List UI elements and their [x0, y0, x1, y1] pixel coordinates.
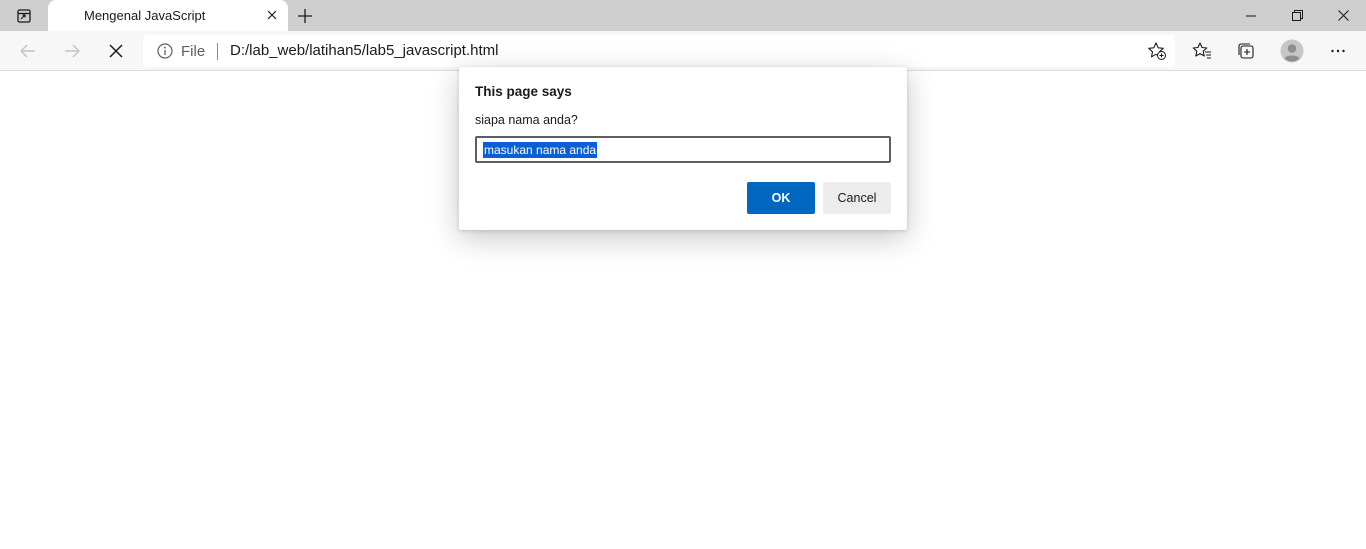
tab-title: Mengenal JavaScript	[84, 8, 206, 23]
minimize-icon	[1246, 15, 1256, 16]
minimize-button[interactable]	[1228, 0, 1274, 31]
window-close-button[interactable]	[1320, 0, 1366, 31]
prompt-dialog: This page says siapa nama anda? masukan …	[459, 67, 907, 230]
browser-toolbar: File D:/lab_web/latihan5/lab5_javascript…	[0, 31, 1366, 71]
tab-mengenal-javascript[interactable]: Mengenal JavaScript	[48, 0, 288, 31]
collections-button[interactable]	[1232, 37, 1260, 65]
stop-icon	[109, 44, 123, 58]
tab-close-button[interactable]	[264, 7, 280, 23]
collections-icon	[1238, 43, 1254, 59]
cancel-button[interactable]: Cancel	[823, 182, 891, 214]
more-icon	[1331, 49, 1345, 53]
forward-arrow-icon	[65, 44, 80, 58]
ok-button[interactable]: OK	[747, 182, 815, 214]
more-button[interactable]	[1324, 37, 1352, 65]
prompt-input-value[interactable]: masukan nama anda	[483, 142, 598, 158]
security-label: File	[181, 43, 206, 60]
forward-button[interactable]	[56, 35, 88, 67]
close-icon	[1337, 10, 1349, 21]
tab-actions-button[interactable]	[8, 4, 40, 28]
new-tab-button[interactable]	[292, 3, 318, 29]
tab-strip: Mengenal JavaScript	[0, 0, 1366, 31]
back-button[interactable]	[12, 35, 44, 67]
url-text[interactable]: D:/lab_web/latihan5/lab5_javascript.html	[230, 42, 498, 59]
dialog-title: This page says	[475, 84, 572, 99]
address-divider	[217, 43, 218, 60]
favorites-button[interactable]	[1188, 37, 1216, 65]
stop-button[interactable]	[100, 35, 132, 67]
profile-icon	[1280, 39, 1304, 63]
address-bar[interactable]: File D:/lab_web/latihan5/lab5_javascript…	[143, 35, 1175, 67]
prompt-input[interactable]: masukan nama anda	[475, 136, 891, 163]
close-icon	[267, 10, 277, 20]
info-icon[interactable]	[157, 43, 173, 59]
back-arrow-icon	[20, 44, 35, 58]
profile-button[interactable]	[1278, 37, 1306, 65]
restore-button[interactable]	[1274, 0, 1320, 31]
favorites-icon	[1192, 42, 1211, 59]
dialog-message: siapa nama anda?	[475, 113, 578, 127]
plus-icon	[298, 9, 312, 23]
add-favorite-icon[interactable]	[1147, 41, 1167, 61]
restore-icon	[1291, 10, 1303, 21]
tab-actions-icon	[17, 9, 31, 23]
